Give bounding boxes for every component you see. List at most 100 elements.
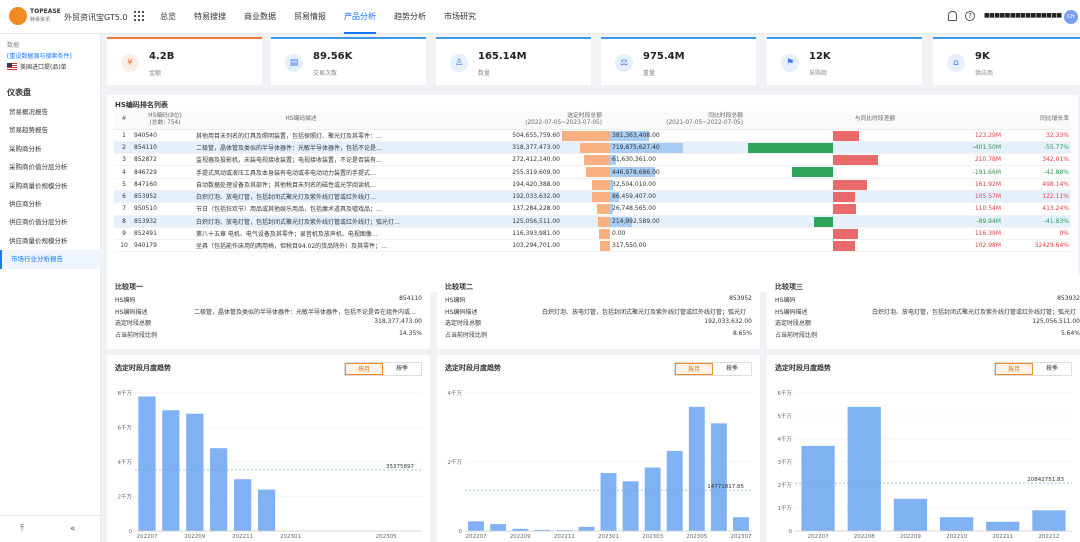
nav-item-2[interactable]: 商业数据 <box>244 0 276 34</box>
trend-chart-svg: 0 2千万 4千万 6千万 8千万 202207 202209 202211 202301 202… <box>118 389 422 540</box>
row-growth-rate: 342.01% <box>1003 153 1071 167</box>
trend-chart-svg: 0 2千万 4千万 202207 202209 202211 202301 202303 202… <box>448 389 752 540</box>
row-hs-code[interactable]: 853952 <box>134 190 196 204</box>
row-hs-code[interactable]: 950510 <box>134 202 196 216</box>
table-row[interactable]: 5 847160 自动数据处理设备及其部件；其他税目未列名的磁性或光学阅读机… 194… <box>114 178 1071 191</box>
row-hs-desc: 坐具（包括能作床用的两用椅，但税目94.02的货品除外）及其零件；… <box>196 239 406 253</box>
row-index: 2 <box>114 141 134 155</box>
compare-key: 占当前时段比例 <box>115 332 158 340</box>
row-prev-total-cell: 0.00 <box>610 227 747 241</box>
sidebar-item-1[interactable]: 贸易趋势报告 <box>0 121 101 139</box>
nav-item-1[interactable]: 特易搜搜 <box>194 0 226 34</box>
sidebar-item-4[interactable]: 采购商量价规模分析 <box>0 177 101 195</box>
x-tick-label: 202208 <box>854 534 875 540</box>
table-row[interactable]: 7 950510 节日（包括狂欢节）用品或其他娱乐用品，包括魔术道具及嘘戏品；… 13… <box>114 202 1071 216</box>
y-tick-label: 4千万 <box>118 458 133 466</box>
x-tick-label: 202209 <box>900 534 921 540</box>
row-hs-code[interactable]: 852872 <box>134 153 196 167</box>
kpi-card-2[interactable]: ♙ 165.14M 数量 <box>436 37 591 85</box>
col-growth-rate[interactable]: 同比增长率 <box>1003 111 1071 130</box>
top-bar: TOPEASE 特易资讯 外贸资讯宝GT5.0 总览 特易搜搜 商业数据 贸易情报 产品分… <box>0 0 1080 34</box>
row-current-total-cell: 125,056,511.00 <box>406 215 610 228</box>
bar-202212 <box>578 526 595 531</box>
table-row[interactable]: 4 846729 手提式风动或液压工具及本身装有电动或非电动动力装置的手提式… 255… <box>114 165 1071 179</box>
avatar[interactable]: CH <box>1064 10 1078 24</box>
row-prev-total: 317,550.00 <box>612 242 647 250</box>
kpi-icon-5: ⌂ <box>947 54 965 72</box>
kpi-card-4[interactable]: ⚑ 12K 采购商 <box>767 37 922 85</box>
row-current-total-cell: 116,393,981.00 <box>406 227 610 241</box>
x-tick-label: 202207 <box>808 534 829 540</box>
kpi-card-0[interactable]: ¥4.2B 金额 <box>107 37 262 85</box>
row-hs-code[interactable]: 847160 <box>134 178 196 191</box>
row-hs-desc: 第八十五章 电机、电气设备及其零件；录音机及放声机、电视图像… <box>196 227 406 241</box>
bar-202210 <box>939 517 974 531</box>
apps-grid-icon[interactable] <box>134 11 144 21</box>
col-hs-code[interactable]: HS编码(8位) (总数: 754) <box>134 111 196 130</box>
table-row[interactable]: 3 852872 监视器及投影机，未装电视接收装置；电视接收装置，不论是否装有… 27… <box>114 153 1071 167</box>
sidebar-item-5[interactable]: 供应商分析 <box>0 195 101 213</box>
table-row[interactable]: 1 940540 其他用目未列名的灯具及照明装置，包括探照灯、聚光灯及其零件：… 50… <box>114 129 1071 142</box>
table-row[interactable]: 6 853952 白炽灯泡、放电灯管，包括封闭式聚光灯及紫外线灯管或红外线灯… 192… <box>114 190 1071 204</box>
row-hs-code[interactable]: 852491 <box>134 227 196 241</box>
sidebar-item-0[interactable]: 贸易概况报告 <box>0 103 101 121</box>
x-tick-label: 202305 <box>686 534 707 540</box>
nav-item-3[interactable]: 贸易情报 <box>294 0 326 34</box>
sidebar-item-6[interactable]: 供应商价值分层分析 <box>0 213 101 231</box>
app-title: 外贸资讯宝GT5.0 <box>64 13 128 22</box>
row-growth-rate: 122.11% <box>1003 190 1071 204</box>
username[interactable]: ■■■■■■■■■■■■■■■■■■■ <box>984 12 1062 20</box>
compare-key: 选定时段总额 <box>115 320 152 328</box>
avg-label: 14771817.85 <box>707 484 744 490</box>
sidebar-item-7[interactable]: 供应商量价规模分析 <box>0 232 101 250</box>
compare-value-code: 854110 <box>399 295 422 302</box>
row-hs-desc: 手提式风动或液压工具及本身装有电动或非电动动力装置的手提式… <box>196 165 406 179</box>
sidebar-item-8[interactable]: 市场行业分析报告 <box>0 250 101 269</box>
kpi-card-5[interactable]: ⌂ 9K 供应商 <box>933 37 1080 85</box>
kpi-card-1[interactable]: ▤ 89.56K 交易次数 <box>271 37 426 85</box>
row-prev-total: 446,978,686.00 <box>612 168 660 176</box>
bar-202306 <box>710 423 727 531</box>
row-diff: 110.54M <box>974 205 1001 213</box>
row-hs-desc: 其他用目未列名的灯具及照明装置，包括探照灯、聚光灯及其零件：… <box>196 129 406 142</box>
bar-202303 <box>644 467 661 531</box>
col-diff[interactable]: 与同比时段差额 <box>747 111 1003 130</box>
data-source-label: 数据 <box>7 42 20 49</box>
row-diff: 123.29M <box>974 131 1001 139</box>
nav-item-0[interactable]: 总览 <box>160 0 176 34</box>
reset-criteria-link[interactable]: [重设数据源与搜索条件] <box>7 51 72 60</box>
table-row[interactable]: 10 940179 坐具（包括能作床用的两用椅，但税目94.02的货品除外）及其零件… <box>114 239 1071 253</box>
rank-header-row: # HS编码(8位) (总数: 754) HS编码描述 选定时段总额 (2022-0… <box>114 111 1071 130</box>
row-diff: -401.50M <box>972 143 1001 151</box>
kpi-card-3[interactable]: ⚖ 975.4M 重量 <box>601 37 756 85</box>
help-icon[interactable]: ? <box>965 11 975 21</box>
row-index: 4 <box>114 165 134 179</box>
nav-item-5[interactable]: 趋势分析 <box>394 0 426 34</box>
table-row[interactable]: 8 853932 白炽灯泡、放电灯管，包括封闭式聚光灯及紫外线灯管或红外线灯；弧光灯… <box>114 215 1071 228</box>
table-row[interactable]: 2 854110 二极管，晶体管及类似的半导体器件：光敏半导体器件，包括不论是… 31… <box>114 141 1071 155</box>
row-hs-code[interactable]: 846729 <box>134 165 196 179</box>
row-hs-code[interactable]: 940179 <box>134 239 196 253</box>
sidebar-item-3[interactable]: 采购商价值分层分析 <box>0 158 101 176</box>
bell-icon[interactable] <box>948 11 957 21</box>
row-index: 9 <box>114 227 134 241</box>
compare-value-code: 853952 <box>729 295 752 302</box>
collapse-top-icon[interactable]: ⤒ <box>20 524 24 534</box>
fold-sidebar-icon[interactable]: « <box>70 524 76 534</box>
row-diff-cell: 210.78M <box>747 153 1003 167</box>
logo[interactable]: TOPEASE 特易资讯 <box>9 7 61 25</box>
nav-item-4[interactable]: 产品分析 <box>344 0 376 34</box>
col-current-total[interactable]: 选定时段总额 (2022-07-05~2023-07-05) <box>406 111 610 130</box>
trend-chart-panel-2: 选定时段月度趋势 按月 按季 0 2千万 4千万 202207 202209 202211 202… <box>437 355 760 542</box>
row-hs-code[interactable]: 854110 <box>134 141 196 155</box>
row-hs-code[interactable]: 940540 <box>134 129 196 142</box>
sidebar-item-2[interactable]: 采购商分析 <box>0 140 101 158</box>
row-prev-total-cell: 446,978,686.00 <box>610 165 747 179</box>
y-tick-label: 0 <box>789 529 793 535</box>
logo-sub-text: 特易资讯 <box>30 17 51 23</box>
row-hs-code[interactable]: 853932 <box>134 215 196 228</box>
row-diff: -191.66M <box>972 168 1001 176</box>
col-prev-total[interactable]: 同比时段总额 (2021-07-05~2022-07-05) <box>610 111 747 130</box>
table-row[interactable]: 9 852491 第八十五章 电机、电气设备及其零件；录音机及放声机、电视图像… 11… <box>114 227 1071 241</box>
nav-item-6[interactable]: 市场研究 <box>444 0 476 34</box>
